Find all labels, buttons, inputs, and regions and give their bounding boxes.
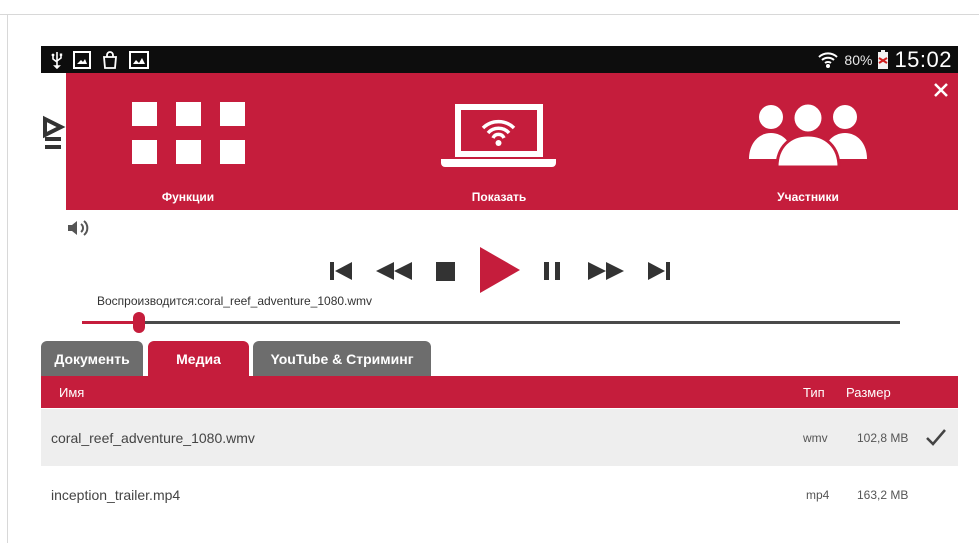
battery-percent: 80% bbox=[844, 51, 873, 68]
frame-top-border bbox=[0, 14, 979, 15]
progress-thumb[interactable] bbox=[133, 312, 146, 333]
menu-item-label: Участники bbox=[777, 190, 839, 204]
tab-media[interactable]: Медиа bbox=[148, 341, 249, 376]
file-name: coral_reef_adventure_1080.wmv bbox=[51, 429, 255, 446]
menu-item-show[interactable]: Показать bbox=[379, 73, 619, 210]
grid-icon bbox=[132, 102, 245, 164]
tab-youtube-streaming[interactable]: YouTube & Стриминг bbox=[253, 341, 431, 376]
column-header-type[interactable]: Тип bbox=[803, 376, 825, 408]
play-icon[interactable] bbox=[480, 247, 520, 293]
table-row[interactable]: coral_reef_adventure_1080.wmv wmv 102,8 … bbox=[41, 409, 958, 466]
menu-item-participants[interactable]: Участники bbox=[686, 73, 930, 210]
table-row[interactable]: inception_trailer.mp4 mp4 163,2 MB bbox=[41, 466, 958, 523]
pause-icon[interactable] bbox=[544, 262, 560, 280]
clock: 15:02 bbox=[894, 46, 952, 72]
rewind-icon[interactable] bbox=[376, 262, 412, 280]
file-type: mp4 bbox=[806, 487, 830, 502]
status-bar: 80% 15:02 bbox=[41, 46, 958, 73]
main-menu-header: Функции Показать Участники bbox=[66, 73, 958, 210]
file-type: wmv bbox=[803, 430, 828, 445]
file-size: 163,2 MB bbox=[857, 487, 909, 502]
fast-forward-icon[interactable] bbox=[588, 262, 624, 280]
menu-item-functions[interactable]: Функции bbox=[66, 73, 310, 210]
frame-left-border bbox=[7, 14, 8, 543]
menu-item-label: Показать bbox=[471, 190, 527, 204]
bag-icon bbox=[103, 50, 117, 69]
progress-fill bbox=[82, 321, 140, 324]
now-playing-text: Воспроизводится:coral_reef_adventure_108… bbox=[97, 294, 373, 308]
column-header-name[interactable]: Имя bbox=[59, 376, 84, 408]
users-icon bbox=[749, 101, 867, 167]
gallery-icon bbox=[129, 50, 149, 69]
stop-icon[interactable] bbox=[436, 262, 455, 281]
wifi-icon bbox=[818, 51, 839, 68]
usb-icon bbox=[51, 51, 63, 69]
app-logo-icon bbox=[43, 115, 66, 149]
skip-previous-icon[interactable] bbox=[330, 262, 352, 280]
playback-controls bbox=[326, 247, 686, 293]
close-icon[interactable] bbox=[932, 81, 950, 99]
menu-item-label: Функции bbox=[161, 190, 215, 204]
file-name: inception_trailer.mp4 bbox=[51, 486, 181, 503]
volume-icon[interactable] bbox=[67, 219, 91, 237]
battery-icon bbox=[878, 49, 889, 69]
image-icon bbox=[73, 50, 91, 69]
tab-documents[interactable]: Документь bbox=[41, 341, 143, 376]
column-header-size[interactable]: Размер bbox=[846, 376, 891, 408]
file-size: 102,8 MB bbox=[857, 430, 909, 445]
progress-track[interactable] bbox=[82, 321, 900, 324]
skip-next-icon[interactable] bbox=[648, 262, 670, 280]
checkmark-icon bbox=[926, 429, 946, 446]
file-table-header: Имя Тип Размер bbox=[41, 376, 958, 408]
laptop-wifi-icon bbox=[441, 104, 556, 167]
